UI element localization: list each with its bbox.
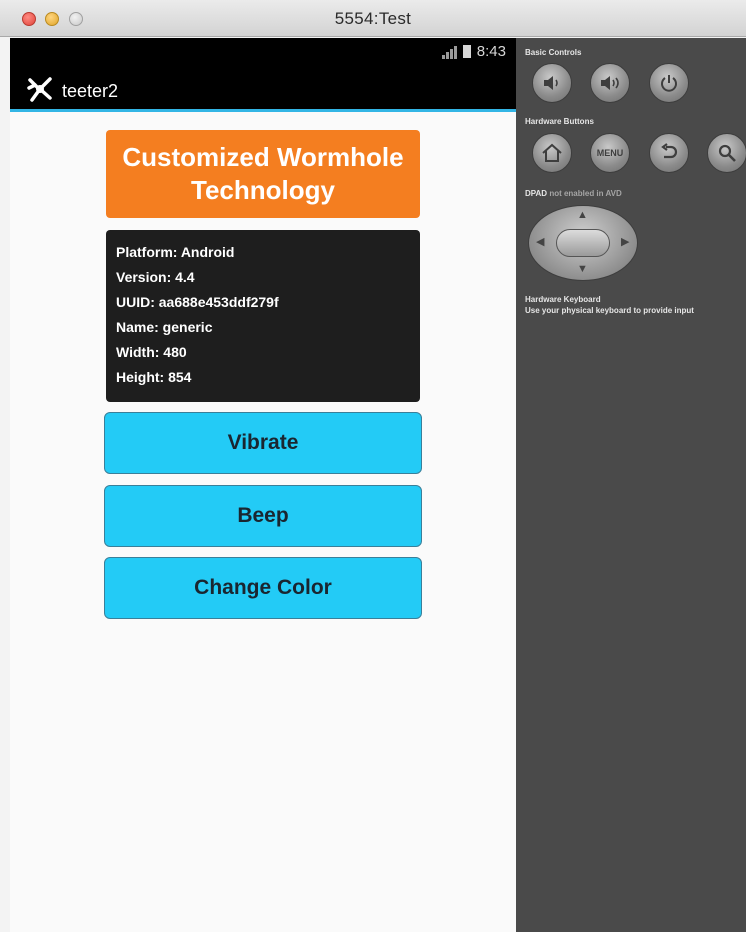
- hardware-keyboard-label: Hardware Keyboard Use your physical keyb…: [525, 294, 694, 316]
- status-bar: 8:43: [10, 38, 516, 68]
- info-version: Version: 4.4: [116, 269, 195, 285]
- search-button[interactable]: [707, 133, 746, 173]
- dpad-note: not enabled in AVD: [549, 189, 622, 198]
- beep-button[interactable]: Beep: [104, 485, 422, 547]
- header-text: Customized Wormhole Technology: [122, 142, 404, 205]
- keyboard-label-note: Use your physical keyboard to provide in…: [525, 306, 694, 315]
- dpad-label-text: DPAD: [525, 189, 548, 198]
- info-platform: Platform: Android: [116, 244, 235, 260]
- search-icon: [718, 144, 736, 162]
- window-titlebar: 5554:Test: [0, 0, 746, 37]
- change-color-button[interactable]: Change Color: [104, 557, 422, 619]
- device-info-panel: Platform: Android Version: 4.4 UUID: aa6…: [106, 230, 420, 402]
- dpad-center-button[interactable]: [556, 229, 610, 257]
- volume-down-icon: [544, 76, 558, 90]
- header-banner: Customized Wormhole Technology: [106, 130, 420, 218]
- battery-icon: [462, 45, 471, 58]
- keyboard-label-title: Hardware Keyboard: [525, 295, 601, 304]
- action-bar: teeter2: [10, 68, 516, 112]
- dpad-left-icon[interactable]: ◀: [536, 235, 544, 248]
- vibrate-button[interactable]: Vibrate: [104, 412, 422, 474]
- dpad-label: DPAD not enabled in AVD: [525, 189, 622, 198]
- volume-up-button[interactable]: [590, 63, 630, 103]
- volume-up-icon: [601, 76, 619, 90]
- power-icon: [661, 75, 677, 92]
- status-icons: 8:43: [441, 43, 506, 60]
- device-screen: 8:43 teeter2 Customized Wormhole Technol…: [10, 38, 516, 932]
- info-uuid: UUID: aa688e453ddf279f: [116, 294, 279, 310]
- window-title: 5554:Test: [334, 9, 412, 28]
- dpad-up-icon[interactable]: ▲: [577, 209, 588, 221]
- signal-icon: [441, 45, 457, 59]
- info-width: Width: 480: [116, 344, 187, 360]
- dpad-right-icon[interactable]: ▶: [621, 235, 629, 248]
- app-title: teeter2: [62, 81, 119, 101]
- back-icon: [661, 143, 678, 159]
- status-time: 8:43: [476, 43, 506, 60]
- home-icon: [542, 143, 562, 162]
- home-button[interactable]: [532, 133, 572, 173]
- info-name: Name: generic: [116, 319, 213, 335]
- app-logo-icon[interactable]: [26, 76, 54, 104]
- basic-controls-label: Basic Controls: [525, 48, 582, 57]
- emulator-controls-panel: Basic Controls Hardware Buttons MENU DPA…: [516, 38, 746, 932]
- info-height: Height: 854: [116, 369, 192, 385]
- dpad-control[interactable]: ▲ ▼ ◀ ▶: [528, 205, 638, 281]
- power-button[interactable]: [649, 63, 689, 103]
- emulator-window: 5554:Test 8:43 teeter2 Customized Wormho…: [0, 0, 746, 932]
- dpad-down-icon[interactable]: ▼: [577, 263, 588, 275]
- back-button[interactable]: [649, 133, 689, 173]
- hardware-buttons-label: Hardware Buttons: [525, 117, 594, 126]
- volume-down-button[interactable]: [532, 63, 572, 103]
- menu-button[interactable]: MENU: [590, 133, 630, 173]
